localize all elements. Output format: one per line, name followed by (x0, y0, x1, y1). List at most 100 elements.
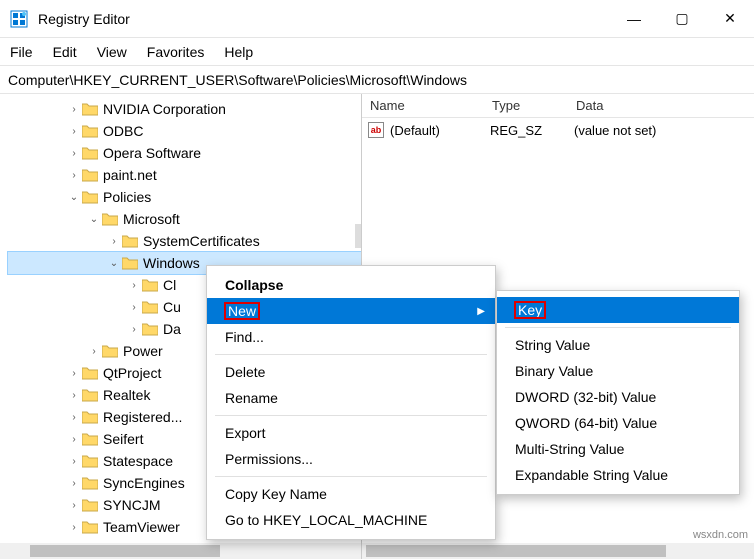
chevron-right-icon[interactable]: › (68, 456, 80, 467)
chevron-right-icon[interactable]: › (68, 148, 80, 159)
list-row[interactable]: ab (Default) REG_SZ (value not set) (362, 118, 754, 142)
tree-label: paint.net (103, 167, 157, 183)
tree-label: Cu (163, 299, 181, 315)
ctx-new-key[interactable]: Key (497, 297, 739, 323)
chevron-right-icon[interactable]: › (68, 478, 80, 489)
tree-item-paintnet[interactable]: › paint.net (8, 164, 361, 186)
tree-label: Opera Software (103, 145, 201, 161)
ctx-new-dword[interactable]: DWORD (32-bit) Value (497, 384, 739, 410)
chevron-right-icon[interactable]: › (68, 126, 80, 137)
chevron-right-icon[interactable]: › (68, 434, 80, 445)
address-bar[interactable]: Computer\HKEY_CURRENT_USER\Software\Poli… (0, 66, 754, 94)
chevron-right-icon[interactable]: › (128, 280, 140, 291)
watermark: wsxdn.com (693, 529, 748, 541)
chevron-right-icon[interactable]: › (68, 390, 80, 401)
tree-item-opera[interactable]: › Opera Software (8, 142, 361, 164)
tree-label: Seifert (103, 431, 143, 447)
title-bar: Registry Editor — ▢ ✕ (0, 0, 754, 38)
folder-icon (82, 520, 98, 534)
chevron-right-icon[interactable]: › (108, 236, 120, 247)
tree-horizontal-scrollbar[interactable] (0, 543, 361, 559)
string-value-icon: ab (368, 122, 384, 138)
tree-label: SystemCertificates (143, 233, 260, 249)
folder-icon (82, 432, 98, 446)
folder-icon (142, 300, 158, 314)
tree-label: SyncEngines (103, 475, 185, 491)
chevron-right-icon[interactable]: › (68, 170, 80, 181)
ctx-find[interactable]: Find... (207, 324, 495, 350)
menu-edit[interactable]: Edit (53, 44, 77, 60)
folder-icon (142, 322, 158, 336)
ctx-collapse[interactable]: Collapse (207, 272, 495, 298)
ctx-new-expandstring[interactable]: Expandable String Value (497, 462, 739, 488)
chevron-right-icon[interactable]: › (128, 302, 140, 313)
list-horizontal-scrollbar[interactable] (362, 543, 754, 559)
folder-icon (102, 212, 118, 226)
folder-icon (82, 476, 98, 490)
folder-icon (82, 388, 98, 402)
chevron-right-icon[interactable]: › (68, 368, 80, 379)
tree-label: Microsoft (123, 211, 180, 227)
menu-help[interactable]: Help (224, 44, 253, 60)
ctx-new-key-label: Key (515, 302, 545, 318)
maximize-button[interactable]: ▢ (658, 0, 706, 38)
column-data[interactable]: Data (576, 98, 754, 113)
ctx-permissions[interactable]: Permissions... (207, 446, 495, 472)
ctx-new-binary[interactable]: Binary Value (497, 358, 739, 384)
chevron-right-icon[interactable]: › (68, 412, 80, 423)
folder-icon (82, 190, 98, 204)
chevron-right-icon[interactable]: › (88, 346, 100, 357)
folder-icon (82, 454, 98, 468)
menu-file[interactable]: File (10, 44, 33, 60)
chevron-right-icon[interactable]: › (68, 522, 80, 533)
chevron-down-icon[interactable]: ⌄ (88, 214, 100, 225)
ctx-new[interactable]: New ▶ (207, 298, 495, 324)
menu-view[interactable]: View (97, 44, 127, 60)
tree-label: SYNCJM (103, 497, 161, 513)
tree-item-odbc[interactable]: ›ODBC (8, 120, 361, 142)
chevron-right-icon[interactable]: › (68, 104, 80, 115)
tree-label: Statespace (103, 453, 173, 469)
folder-icon (82, 168, 98, 182)
app-icon (10, 10, 28, 28)
column-type[interactable]: Type (492, 98, 576, 113)
tree-item-microsoft[interactable]: ⌄ Microsoft (8, 208, 361, 230)
folder-icon (122, 256, 138, 270)
ctx-export[interactable]: Export (207, 420, 495, 446)
cell-data: (value not set) (574, 123, 656, 138)
separator (505, 327, 731, 328)
tree-item-policies[interactable]: ⌄ Policies (8, 186, 361, 208)
folder-icon (102, 344, 118, 358)
tree-label: Cl (163, 277, 176, 293)
tree-label: Realtek (103, 387, 150, 403)
tree-item-syscert[interactable]: › SystemCertificates (8, 230, 361, 252)
column-name[interactable]: Name (370, 98, 492, 113)
tree-label: Power (123, 343, 163, 359)
ctx-copy-key-name[interactable]: Copy Key Name (207, 481, 495, 507)
folder-icon (122, 234, 138, 248)
close-button[interactable]: ✕ (706, 0, 754, 38)
separator (215, 476, 487, 477)
minimize-button[interactable]: — (610, 0, 658, 38)
ctx-new-qword[interactable]: QWORD (64-bit) Value (497, 410, 739, 436)
ctx-rename[interactable]: Rename (207, 385, 495, 411)
splitter-grip[interactable] (355, 224, 361, 248)
list-header: Name Type Data (362, 94, 754, 118)
tree-label: Registered... (103, 409, 182, 425)
ctx-new-multistring[interactable]: Multi-String Value (497, 436, 739, 462)
tree-label: QtProject (103, 365, 161, 381)
ctx-new-label: New (225, 303, 259, 319)
chevron-right-icon[interactable]: › (128, 324, 140, 335)
ctx-goto-hklm[interactable]: Go to HKEY_LOCAL_MACHINE (207, 507, 495, 533)
menu-favorites[interactable]: Favorites (147, 44, 205, 60)
chevron-down-icon[interactable]: ⌄ (68, 192, 80, 203)
ctx-delete[interactable]: Delete (207, 359, 495, 385)
chevron-down-icon[interactable]: ⌄ (108, 258, 120, 269)
context-menu: Collapse New ▶ Find... Delete Rename Exp… (206, 265, 496, 540)
ctx-new-string[interactable]: String Value (497, 332, 739, 358)
folder-icon (82, 410, 98, 424)
separator (215, 354, 487, 355)
tree-label: Policies (103, 189, 151, 205)
chevron-right-icon[interactable]: › (68, 500, 80, 511)
tree-item-nvidia[interactable]: ›NVIDIA Corporation (8, 98, 361, 120)
